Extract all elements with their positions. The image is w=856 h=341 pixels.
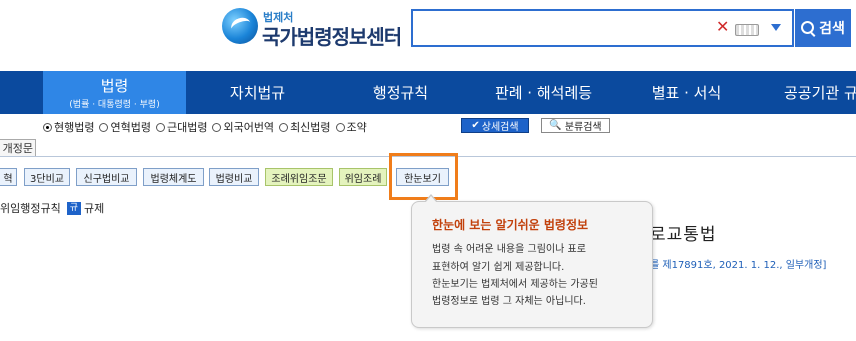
classification-search-button[interactable]: 🔍 분류검색 — [541, 118, 610, 133]
clear-icon[interactable]: ✕ — [716, 17, 729, 36]
keyboard-icon[interactable] — [735, 24, 759, 36]
tab-precedents[interactable]: 판례 · 해석례등 — [472, 71, 615, 114]
tab-label: 행정규칙 — [372, 84, 429, 102]
search-button[interactable]: 검색 — [795, 9, 851, 47]
search-box: ✕ — [411, 9, 794, 47]
search-input[interactable] — [417, 15, 711, 43]
tooltip-line: 표현하여 알기 쉽게 제공합니다. — [432, 262, 565, 273]
tool-ordinance-delegation[interactable]: 조례위임조문 — [265, 168, 333, 186]
highlight-frame — [389, 153, 458, 200]
radio-label: 외국어번역 — [223, 121, 275, 134]
radio-label: 현행법령 — [54, 121, 95, 134]
tab-label: 자치법규 — [229, 84, 286, 102]
tool-law-compare[interactable]: 법령비교 — [209, 168, 259, 186]
check-icon: ✔ — [471, 120, 480, 131]
tab-label: 판례 · 해석례등 — [494, 84, 593, 102]
chevron-down-icon[interactable] — [771, 24, 781, 31]
radio-current-law[interactable]: 현행법령 — [43, 119, 94, 135]
magnifier-icon: 🔍 — [549, 120, 562, 131]
tab-admin-rules[interactable]: 행정규칙 — [329, 71, 472, 114]
radio-dot — [43, 122, 52, 132]
tab-label: 법령 — [100, 77, 129, 95]
regulation-badge: 규 — [66, 201, 82, 215]
detail-search-button[interactable]: ✔ 상세검색 — [461, 118, 529, 133]
radio-treaty[interactable]: 조약 — [335, 119, 367, 135]
tab-label: 공공기관 규 — [784, 84, 856, 102]
tab-sublabel: (법률 · 대통령령 · 부령) — [69, 100, 160, 110]
at-a-glance-tooltip: 한눈에 보는 알기쉬운 법령정보 법령 속 어려운 내용을 그림이나 표로 표현… — [411, 194, 653, 328]
radio-dot — [155, 122, 165, 132]
tool-history[interactable]: 혁 — [0, 168, 17, 186]
law-type-radios: 현행법령 연혁법령 근대법령 외국어번역 최신법령 조약 — [43, 118, 372, 136]
radio-label: 연혁법령 — [110, 121, 151, 134]
radio-dot — [279, 122, 289, 132]
tool-law-structure[interactable]: 법령체계도 — [143, 168, 204, 186]
radio-label: 근대법령 — [166, 121, 208, 134]
tab-amendment[interactable]: 개정문 — [0, 139, 36, 157]
radio-dot — [99, 122, 109, 132]
radio-dot — [212, 122, 222, 132]
regulation-link[interactable]: 규제 — [84, 200, 104, 216]
tooltip-title: 한눈에 보는 알기쉬운 법령정보 — [432, 218, 589, 232]
search-icon — [801, 20, 815, 34]
detail-search-label: 상세검색 — [481, 122, 519, 133]
law-info[interactable]: 를 제17891호, 2021. 1. 12., 일부개정] — [650, 256, 826, 271]
tooltip-line: 법령정보로 법령 그 자체는 아닙니다. — [432, 296, 586, 307]
radio-modern-law[interactable]: 근대법령 — [155, 119, 208, 135]
site-logo-text[interactable]: 국가법령정보센터 — [262, 21, 402, 50]
law-title: 로교통법 — [650, 225, 717, 245]
logo-emblem-icon[interactable] — [222, 8, 258, 44]
radio-history-law[interactable]: 연혁법령 — [99, 119, 151, 135]
tab-laws[interactable]: 법령 (법률 · 대통령령 · 부령) — [43, 71, 186, 114]
tab-local-laws[interactable]: 자치법규 — [186, 71, 329, 114]
tab-label: 별표 · 서식 — [651, 84, 722, 102]
radio-label: 조약 — [346, 121, 367, 134]
radio-foreign-translation[interactable]: 외국어번역 — [212, 119, 274, 135]
radio-label: 최신법령 — [290, 121, 331, 134]
tab-appendix-forms[interactable]: 별표 · 서식 — [615, 71, 758, 114]
tab-public-institution[interactable]: 공공기관 규 — [758, 71, 856, 114]
main-nav: 법령 (법률 · 대통령령 · 부령) 자치법규 행정규칙 판례 · 해석례등 … — [0, 71, 856, 114]
category-row: 위임행정규칙 규 규제 — [0, 200, 104, 216]
classification-search-label: 분류검색 — [564, 122, 602, 133]
search-button-label: 검색 — [819, 21, 845, 37]
delegated-admin-rules-link[interactable]: 위임행정규칙 — [0, 200, 61, 216]
radio-dot — [335, 122, 345, 132]
tool-delegated-ordinance[interactable]: 위임조례 — [339, 168, 387, 186]
tool-old-new-compare[interactable]: 신구법비교 — [76, 168, 137, 186]
tooltip-line: 한눈보기는 법제처에서 제공하는 가공된 — [432, 279, 598, 290]
tooltip-line: 법령 속 어려운 내용을 그림이나 표로 — [432, 244, 586, 255]
tool-three-step-compare[interactable]: 3단비교 — [24, 168, 70, 186]
radio-latest-law[interactable]: 최신법령 — [279, 119, 331, 135]
